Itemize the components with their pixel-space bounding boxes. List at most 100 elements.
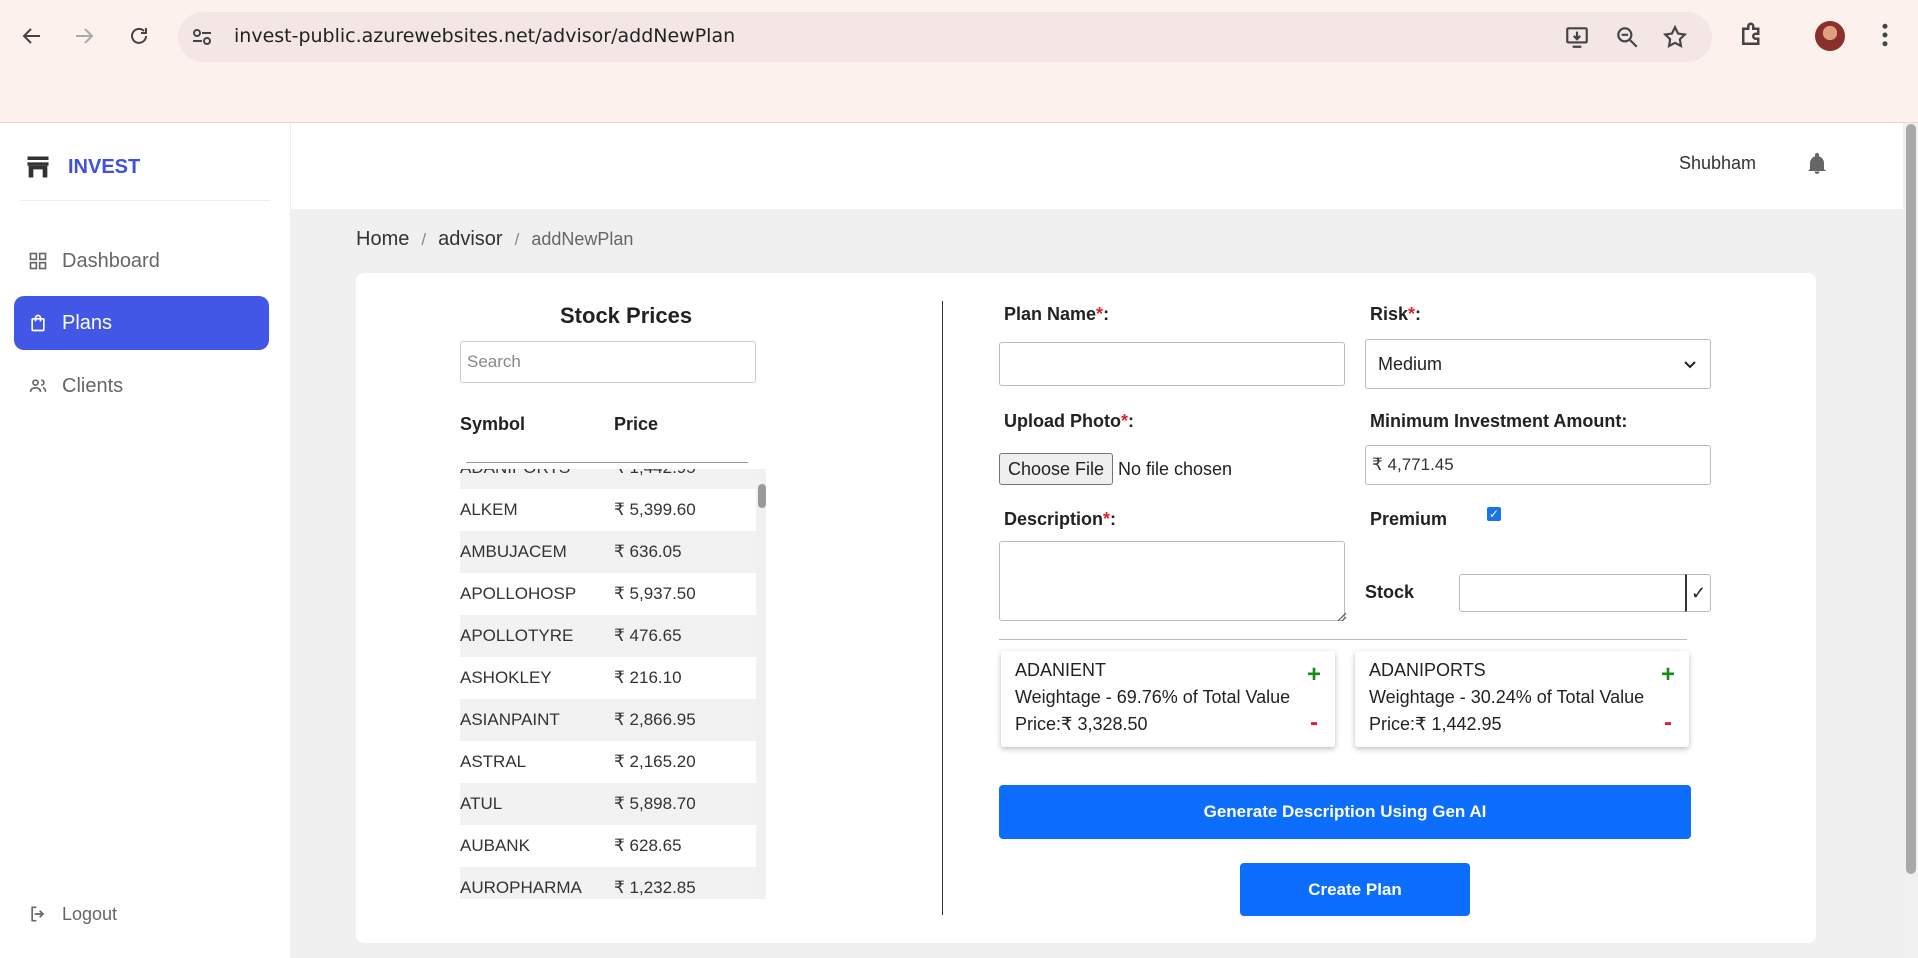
bookmark-star-icon[interactable] [1662,24,1688,50]
stock-symbol: ATUL [460,794,503,813]
stock-price-row[interactable]: APOLLOTYRE ₹ 476.65 [460,615,756,657]
people-icon [29,379,47,392]
menu-kebab-icon[interactable] [1870,20,1900,50]
stock-price: ₹ 628.65 [614,836,682,855]
reload-button[interactable] [119,16,159,56]
sidebar-item-clients[interactable]: Clients [14,359,269,413]
sidebar: INVEST Dashboard Plans Clients Logout [0,123,291,958]
stock-price-row[interactable]: APOLLOHOSP ₹ 5,937.50 [460,573,756,615]
stock-name: ADANIENT [1015,660,1107,680]
logout-icon [31,906,45,922]
stock-price: Price:₹ 3,328.50 [1015,714,1148,734]
breadcrumb-home[interactable]: Home [356,228,409,251]
sidebar-item-dashboard[interactable]: Dashboard [14,234,269,288]
list-scrollbar-thumb[interactable] [758,484,766,508]
breadcrumb-advisor[interactable]: advisor [438,228,502,251]
zoom-icon[interactable] [1614,24,1640,50]
install-app-icon[interactable] [1564,24,1590,50]
description-label: Description*: [1004,509,1117,529]
stock-price: ₹ 5,937.50 [614,584,696,603]
profile-avatar[interactable] [1815,21,1845,51]
stock-prices-title: Stock Prices [560,303,693,328]
logout-button[interactable]: Logout [14,887,269,941]
stock-price-row[interactable]: ASIANPAINT ₹ 2,866.95 [460,699,756,741]
browser-chrome: invest-public.azurewebsites.net/advisor/… [0,0,1918,123]
page-scrollbar-thumb[interactable] [1906,124,1916,874]
sidebar-item-label: Clients [62,374,124,397]
stock-symbol: AMBUJACEM [460,542,567,561]
decrease-weight-button[interactable]: - [1310,711,1318,735]
forward-arrow-icon [76,28,94,44]
increase-weight-button[interactable]: + [1661,663,1675,687]
stock-price-list[interactable]: ADANIPORTS₹ 1,442.95 ALKEM ₹ 5,399.60 AMBUJ… [460,469,766,899]
stock-label: Stock [1365,582,1415,602]
stock-price: ₹ 2,165.20 [614,752,696,771]
stock-price: ₹ 5,898.70 [614,794,696,813]
breadcrumb-current: addNewPlan [531,229,634,249]
plan-name-input[interactable] [999,342,1345,386]
stock-price-row[interactable]: AMBUJACEM ₹ 636.05 [460,531,756,573]
resize-handle-icon[interactable] [1335,610,1347,622]
stock-symbol: ASHOKLEY [460,668,552,687]
risk-label: Risk*: [1370,304,1422,324]
premium-checkbox[interactable]: ✓ [1487,507,1501,521]
stock-price: ₹ 636.05 [614,542,682,561]
risk-select[interactable]: Medium [1365,339,1711,389]
list-scrollbar-track[interactable] [756,469,766,899]
address-bar[interactable]: invest-public.azurewebsites.net/advisor/… [178,12,1712,62]
stock-price: ₹ 1,442.95 [614,469,696,478]
back-button[interactable] [12,16,52,56]
stock-price-row[interactable]: ADANIPORTS₹ 1,442.95 [460,469,756,489]
choose-file-button[interactable]: Choose File [999,453,1113,485]
bag-icon [31,314,45,332]
stock-weightage: Weightage - 30.24% of Total Value [1369,687,1645,707]
stock-price-rows: ADANIPORTS₹ 1,442.95 ALKEM ₹ 5,399.60 AMBUJ… [460,469,756,899]
stock-symbol: AUROPHARMA [460,878,582,897]
stock-symbol: APOLLOTYRE [460,626,574,645]
sidebar-item-label: Dashboard [62,249,160,272]
decrease-weight-button[interactable]: - [1664,711,1672,735]
premium-label: Premium [1370,509,1448,529]
stock-name: ADANIPORTS [1369,660,1486,680]
url-text[interactable]: invest-public.azurewebsites.net/advisor/… [234,25,735,47]
stock-price: ₹ 216.10 [614,668,682,687]
stock-price-row[interactable]: ASHOKLEY ₹ 216.10 [460,657,756,699]
stock-price-row[interactable]: ASTRAL ₹ 2,165.20 [460,741,756,783]
checkmark-icon: ✓ [1488,507,1500,521]
increase-weight-button[interactable]: + [1307,663,1321,687]
sidebar-item-label: Plans [62,311,113,334]
user-name[interactable]: Shubham [1679,153,1756,174]
site-info-icon[interactable] [190,25,214,49]
brand-divider [20,200,270,201]
store-icon [27,156,49,178]
risk-selected-value: Medium [1378,353,1443,374]
stock-price: ₹ 2,866.95 [614,710,696,729]
stock-input[interactable] [1459,574,1709,612]
stock-search-input[interactable] [460,341,756,383]
upload-photo-label: Upload Photo*: [1004,411,1134,431]
plan-name-label: Plan Name*: [1004,304,1110,324]
min-investment-label: Minimum Investment Amount: [1370,411,1628,431]
min-investment-input[interactable] [1365,445,1711,485]
stock-confirm-button[interactable]: ✓ [1685,574,1711,612]
reload-icon [131,27,147,44]
breadcrumb-separator: / [514,229,520,249]
brand[interactable]: INVEST [24,153,140,181]
stock-price: ₹ 476.65 [614,626,682,645]
stock-price-row[interactable]: AUROPHARMA ₹ 1,232.85 [460,867,756,899]
topbar: Shubham [291,123,1903,209]
description-textarea[interactable] [999,541,1345,621]
stock-price: Price:₹ 1,442.95 [1369,714,1502,734]
extensions-icon[interactable] [1737,20,1767,50]
stock-price-row[interactable]: AUBANK ₹ 628.65 [460,825,756,867]
notification-bell-icon[interactable] [1805,152,1829,176]
create-plan-button[interactable]: Create Plan [1240,863,1470,916]
stock-price-row[interactable]: ATUL ₹ 5,898.70 [460,783,756,825]
sidebar-item-plans[interactable]: Plans [14,296,269,350]
breadcrumb: Home / advisor / addNewPlan [356,228,633,251]
symbol-column-header: Symbol [460,414,526,434]
forward-button[interactable] [64,16,104,56]
price-column-header: Price [614,414,659,434]
stock-price-row[interactable]: ALKEM ₹ 5,399.60 [460,489,756,531]
generate-description-button[interactable]: Generate Description Using Gen AI [999,785,1691,839]
